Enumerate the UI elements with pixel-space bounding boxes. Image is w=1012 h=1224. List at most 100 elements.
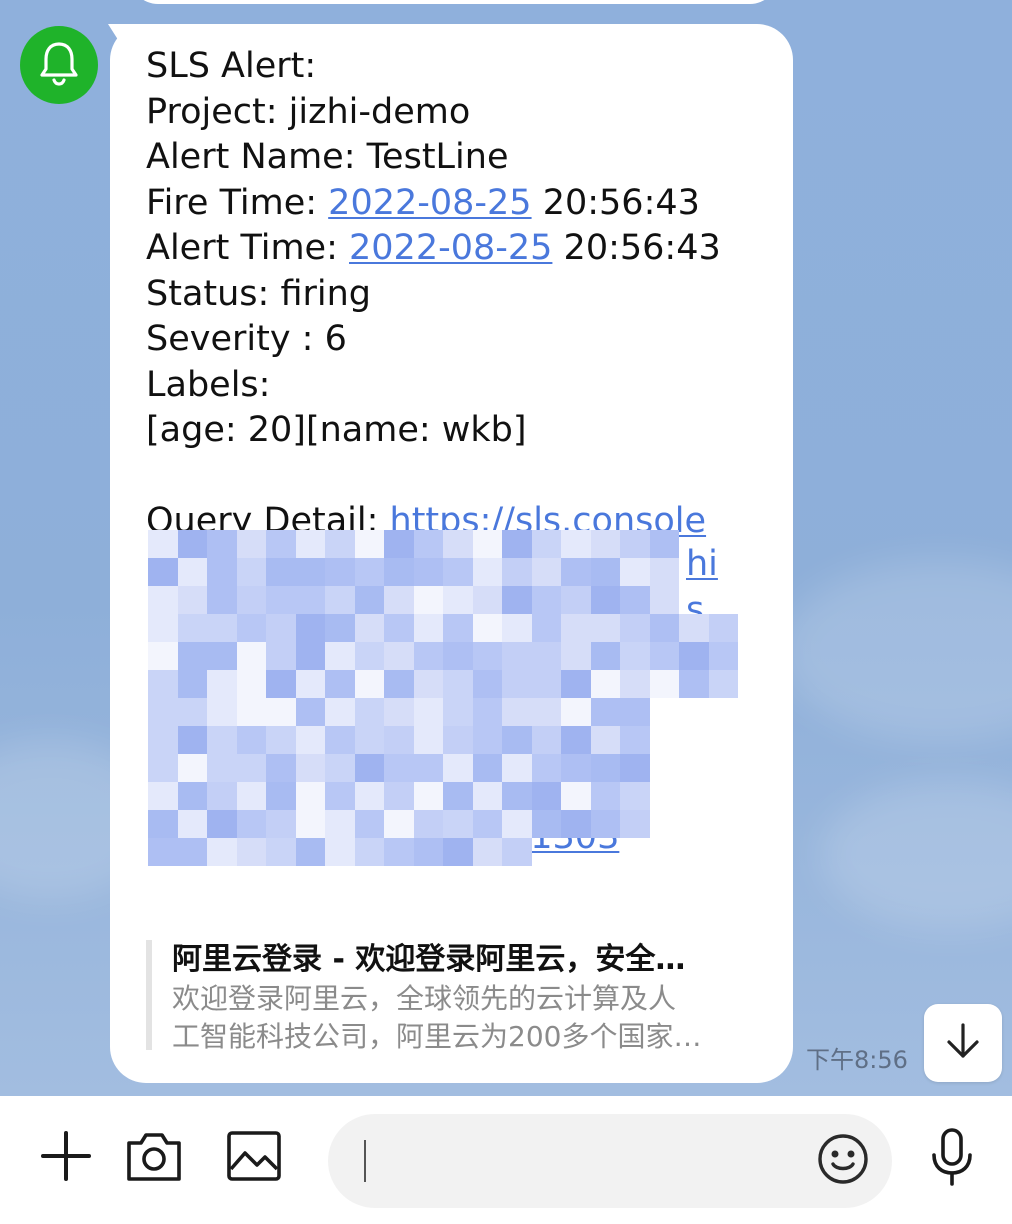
mosaic-cell: [679, 558, 709, 586]
mosaic-cell: [649, 530, 679, 558]
mosaic-cell: [650, 810, 680, 838]
mosaic-cell: [295, 530, 325, 558]
message-line-labels: [age: 20][name: wkb]: [146, 410, 527, 450]
mosaic-cell: [472, 558, 502, 586]
mosaic-cell: [443, 810, 473, 838]
mosaic-cell: [561, 586, 591, 614]
mosaic-cell: [620, 586, 650, 614]
mosaic-cell: [177, 838, 207, 866]
mosaic-cell: [502, 642, 532, 670]
scroll-to-bottom-button[interactable]: [924, 1004, 1002, 1082]
mosaic-cell: [472, 782, 502, 810]
mosaic-cell: [384, 614, 414, 642]
mosaic-cell: [177, 754, 207, 782]
mosaic-cell: [148, 642, 178, 670]
message-line-severity: Severity : 6: [146, 319, 347, 359]
mosaic-cell: [325, 670, 355, 698]
mosaic-cell: [620, 726, 650, 754]
mosaic-cell: [177, 558, 207, 586]
chat-background: SLS Alert: Project: jizhi-demo Alert Nam…: [0, 0, 1012, 1096]
mosaic-cell: [708, 670, 738, 698]
mosaic-cell: [679, 670, 709, 698]
fire-date-link[interactable]: 2022-08-25: [328, 183, 531, 223]
mosaic-cell: [709, 530, 739, 558]
message-text-field[interactable]: [328, 1114, 892, 1208]
mosaic-cell: [207, 670, 237, 698]
mosaic-cell: [620, 558, 650, 586]
mosaic-cell: [561, 558, 591, 586]
mosaic-cell: [679, 810, 709, 838]
mosaic-cell: [325, 558, 355, 586]
mosaic-cell: [531, 754, 561, 782]
previous-message-bubble[interactable]: [130, 0, 778, 4]
mosaic-cell: [620, 782, 650, 810]
mosaic-cell: [679, 838, 709, 866]
mosaic-cell: [531, 810, 561, 838]
mosaic-cell: [620, 754, 650, 782]
camera-icon: [125, 1129, 183, 1187]
mosaic-cell: [295, 642, 325, 670]
message-line-alert-name: Alert Name: TestLine: [146, 137, 509, 177]
mosaic-cell: [472, 614, 502, 642]
link-preview-title: 阿里云登录 - 欢迎登录阿里云，安全…: [172, 942, 686, 977]
mosaic-cell: [590, 586, 620, 614]
mosaic-cell: [413, 558, 443, 586]
mosaic-cell: [266, 586, 296, 614]
plus-icon: [39, 1129, 93, 1187]
mosaic-cell: [207, 530, 237, 558]
mosaic-cell: [590, 754, 620, 782]
mosaic-cell: [177, 614, 207, 642]
emoji-button[interactable]: [814, 1132, 872, 1190]
mosaic-cell: [472, 530, 502, 558]
mosaic-cell: [266, 614, 296, 642]
mosaic-cell: [649, 642, 679, 670]
alert-date-link[interactable]: 2022-08-25: [349, 228, 552, 268]
mosaic-cell: [443, 782, 473, 810]
mosaic-cell: [236, 530, 266, 558]
mosaic-cell: [472, 642, 502, 670]
bot-avatar[interactable]: [20, 26, 98, 104]
mosaic-cell: [384, 782, 414, 810]
mosaic-cell: [443, 558, 473, 586]
mosaic-cell: [266, 670, 296, 698]
camera-button[interactable]: [124, 1130, 184, 1186]
add-button[interactable]: [38, 1130, 94, 1186]
microphone-icon: [928, 1127, 976, 1191]
image-icon: [225, 1129, 283, 1187]
mosaic-cell: [413, 642, 443, 670]
mosaic-cell: [148, 782, 178, 810]
mosaic-cell: [620, 810, 650, 838]
mosaic-cell: [325, 698, 355, 726]
mosaic-cell: [679, 726, 709, 754]
mosaic-cell: [266, 530, 296, 558]
mosaic-cell: [295, 586, 325, 614]
mosaic-cell: [354, 698, 384, 726]
mosaic-cell: [354, 810, 384, 838]
mosaic-cell: [207, 698, 237, 726]
mosaic-cell: [384, 558, 414, 586]
link-preview-card[interactable]: 阿里云登录 - 欢迎登录阿里云，安全… 欢迎登录阿里云，全球领先的云计算及人 工…: [146, 940, 766, 1053]
mosaic-cell: [207, 558, 237, 586]
mosaic-cell: [502, 558, 532, 586]
mosaic-cell: [207, 614, 237, 642]
mosaic-cell: [413, 670, 443, 698]
mosaic-cell: [384, 698, 414, 726]
mosaic-cell: [679, 530, 709, 558]
mosaic-cell: [561, 810, 591, 838]
mosaic-cell: [620, 642, 650, 670]
mosaic-cell: [472, 698, 502, 726]
voice-input-button[interactable]: [924, 1128, 980, 1190]
mosaic-cell: [236, 726, 266, 754]
mosaic-cell: [325, 782, 355, 810]
mosaic-cell: [679, 614, 709, 642]
mosaic-cell: [679, 754, 709, 782]
mosaic-cell: [266, 726, 296, 754]
mosaic-cell: [679, 782, 709, 810]
alert-time-value: 20:56:43: [552, 228, 721, 268]
mosaic-cell: [590, 726, 620, 754]
gallery-button[interactable]: [224, 1130, 284, 1186]
mosaic-cell: [148, 614, 178, 642]
mosaic-cell: [709, 586, 739, 614]
mosaic-cell: [266, 754, 296, 782]
mosaic-cell: [413, 838, 443, 866]
